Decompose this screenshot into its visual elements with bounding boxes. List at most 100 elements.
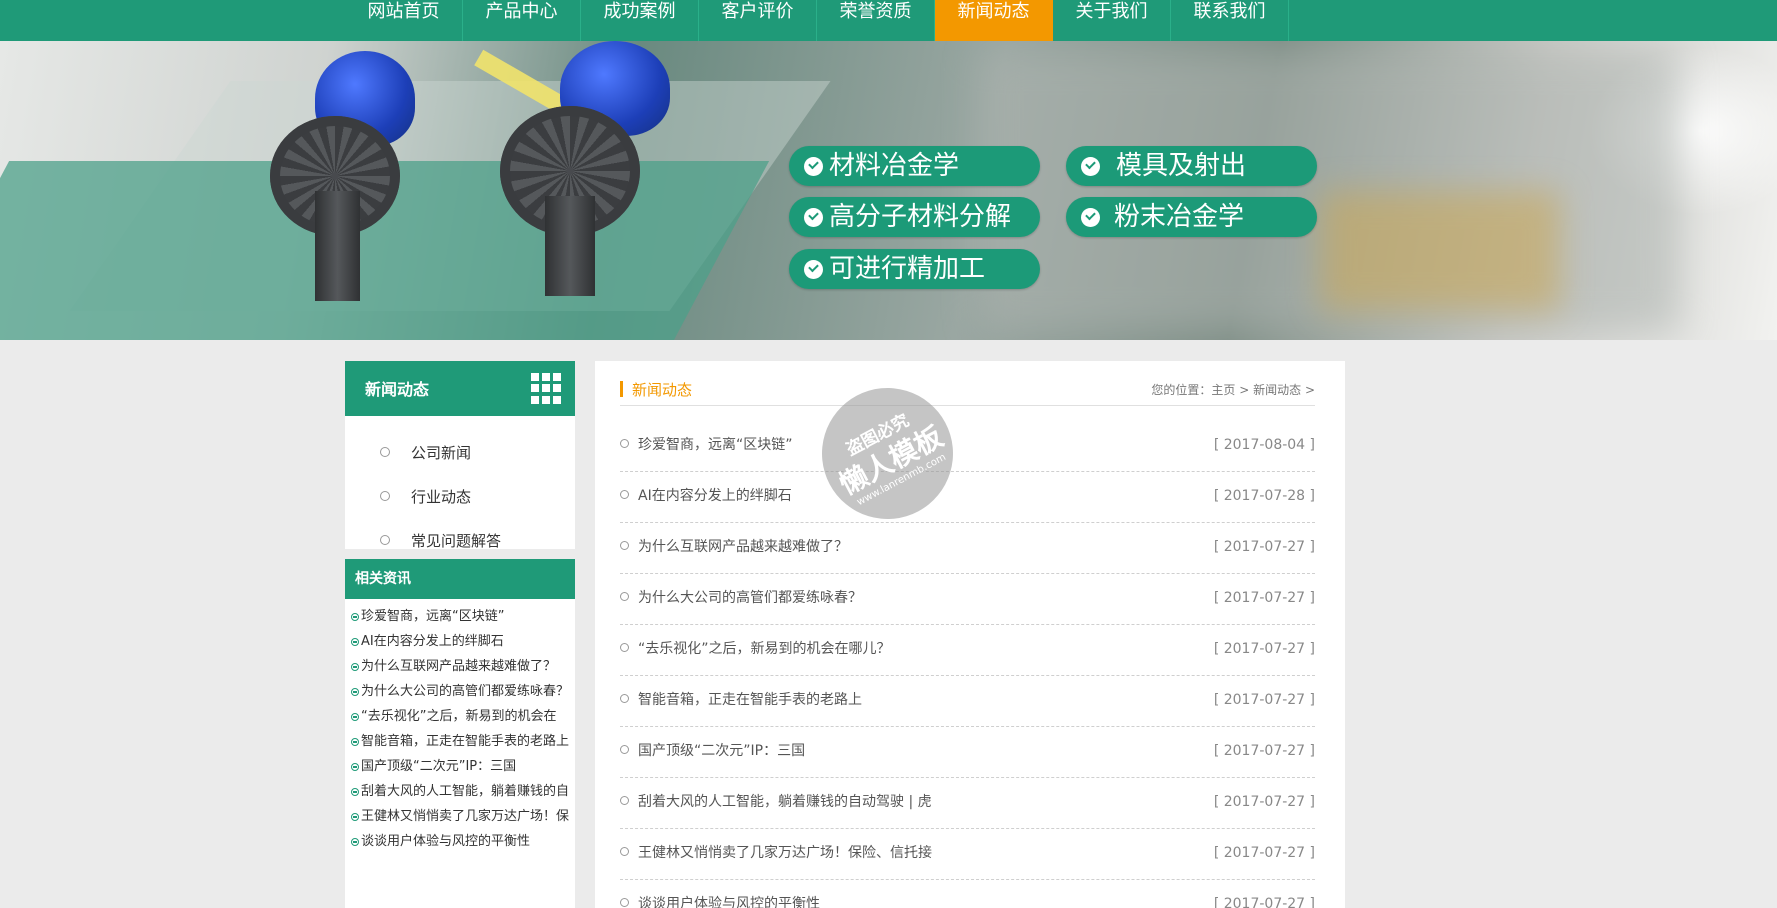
breadcrumb-current-link[interactable]: 新闻动态 <box>1253 383 1301 397</box>
nav-item-label: 联系我们 <box>1193 1 1266 22</box>
content-header: 新闻动态 您的位置：主页 > 新闻动态 > <box>620 361 1315 406</box>
circle-bullet-icon <box>620 847 629 856</box>
related-news-list: 珍爱智商，远离“区块链” AI在内容分发上的绊脚石 为什么互联网产品越来越难做了… <box>345 599 575 908</box>
banner-feature-tag: 粉末冶金学 <box>1066 197 1317 237</box>
nav-item-label: 网站首页 <box>367 1 440 22</box>
news-date: [ 2017-07-27 ] <box>1213 794 1315 810</box>
related-news-title: AI在内容分发上的绊脚石 <box>361 634 504 649</box>
banner-feature-tag: 高分子材料分解 <box>789 197 1040 237</box>
related-news-item[interactable]: 为什么互联网产品越来越难做了？ <box>345 657 575 682</box>
related-news-item[interactable]: AI在内容分发上的绊脚石 <box>345 632 575 657</box>
circle-bullet-icon <box>620 643 629 652</box>
news-list-item[interactable]: 为什么互联网产品越来越难做了？ [ 2017-07-27 ] <box>620 523 1315 574</box>
news-date: [ 2017-07-27 ] <box>1213 743 1315 759</box>
news-title: 智能音箱，正走在智能手表的老路上 <box>638 692 862 708</box>
news-list: 珍爱智商，远离“区块链” [ 2017-08-04 ] AI在内容分发上的绊脚石 [… <box>620 421 1315 908</box>
bullet-icon <box>351 838 359 846</box>
breadcrumb-separator: > <box>1235 383 1254 397</box>
news-list-item[interactable]: “去乐视化”之后，新易到的机会在哪儿？ [ 2017-07-27 ] <box>620 625 1315 676</box>
news-list-item[interactable]: AI在内容分发上的绊脚石 [ 2017-07-28 ] <box>620 472 1315 523</box>
news-title: 为什么互联网产品越来越难做了？ <box>638 539 848 555</box>
news-list-item[interactable]: 谈谈用户体验与风控的平衡性 [ 2017-07-27 ] <box>620 880 1315 908</box>
nav-item-news[interactable]: 新闻动态 <box>935 0 1053 41</box>
bullet-icon <box>351 663 359 671</box>
news-title: 珍爱智商，远离“区块链” <box>638 437 793 453</box>
banner-feature-label: 高分子材料分解 <box>829 202 1012 232</box>
sidebar-item-industry-news[interactable]: 行业动态 <box>345 487 575 531</box>
nav-item-label: 客户评价 <box>721 1 794 22</box>
page-title: 新闻动态 <box>632 381 693 399</box>
breadcrumb-separator: > <box>1301 383 1315 397</box>
nav-item-products[interactable]: 产品中心 <box>463 0 581 41</box>
circle-bullet-icon <box>380 535 390 545</box>
nav-item-about[interactable]: 关于我们 <box>1053 0 1171 41</box>
check-circle-icon <box>1081 157 1100 176</box>
news-date: [ 2017-07-27 ] <box>1213 539 1315 555</box>
news-date: [ 2017-07-28 ] <box>1213 488 1315 504</box>
news-title: 王健林又悄悄卖了几家万达广场！保险、信托接 <box>638 845 932 861</box>
news-title: 为什么大公司的高管们都爱练咏春？ <box>638 590 862 606</box>
related-news-item[interactable]: 刮着大风的人工智能，躺着赚钱的自 <box>345 782 575 807</box>
banner-feature-label: 材料冶金学 <box>829 151 960 181</box>
circle-bullet-icon <box>620 490 629 499</box>
bullet-icon <box>351 813 359 821</box>
nav-item-label: 关于我们 <box>1075 1 1148 22</box>
news-list-item[interactable]: 为什么大公司的高管们都爱练咏春？ [ 2017-07-27 ] <box>620 574 1315 625</box>
circle-bullet-icon <box>620 745 629 754</box>
related-news-item[interactable]: “去乐视化”之后，新易到的机会在 <box>345 707 575 732</box>
news-list-item[interactable]: 珍爱智商，远离“区块链” [ 2017-08-04 ] <box>620 421 1315 472</box>
related-news-title: 珍爱智商，远离“区块链” <box>361 609 505 624</box>
sidebar-title: 新闻动态 <box>365 380 430 399</box>
related-news-item[interactable]: 珍爱智商，远离“区块链” <box>345 607 575 632</box>
sidebar-item-label: 公司新闻 <box>411 444 472 462</box>
nav-item-contact[interactable]: 联系我们 <box>1171 0 1289 41</box>
circle-bullet-icon <box>380 447 390 457</box>
news-list-item[interactable]: 国产顶级“二次元”IP：三国 [ 2017-07-27 ] <box>620 727 1315 778</box>
sidebar-item-company-news[interactable]: 公司新闻 <box>345 443 575 487</box>
news-date: [ 2017-08-04 ] <box>1213 437 1315 453</box>
news-list-item[interactable]: 智能音箱，正走在智能手表的老路上 [ 2017-07-27 ] <box>620 676 1315 727</box>
header-accent-bar <box>620 381 623 397</box>
news-title: 国产顶级“二次元”IP：三国 <box>638 743 806 759</box>
breadcrumb-home-link[interactable]: 主页 <box>1211 383 1235 397</box>
news-list-item[interactable]: 刮着大风的人工智能，躺着赚钱的自动驾驶 | 虎 [ 2017-07-27 ] <box>620 778 1315 829</box>
circle-bullet-icon <box>620 541 629 550</box>
related-news-item[interactable]: 谈谈用户体验与风控的平衡性 <box>345 832 575 857</box>
breadcrumb: 您的位置：主页 > 新闻动态 > <box>1151 381 1315 398</box>
news-date: [ 2017-07-27 ] <box>1213 590 1315 606</box>
news-content-panel: 新闻动态 您的位置：主页 > 新闻动态 > 珍爱智商，远离“区块链” [ 2017… <box>595 361 1345 908</box>
news-date: [ 2017-07-27 ] <box>1213 845 1315 861</box>
hero-banner: 材料冶金学 模具及射出 高分子材料分解 粉末冶金学 可进行精加工 <box>0 41 1777 340</box>
nav-item-label: 成功案例 <box>603 1 676 22</box>
related-news-title: 谈谈用户体验与风控的平衡性 <box>361 834 531 849</box>
circle-bullet-icon <box>620 796 629 805</box>
check-circle-icon <box>804 157 823 176</box>
bullet-icon <box>351 738 359 746</box>
news-list-item[interactable]: 王健林又悄悄卖了几家万达广场！保险、信托接 [ 2017-07-27 ] <box>620 829 1315 880</box>
news-title: 刮着大风的人工智能，躺着赚钱的自动驾驶 | 虎 <box>638 794 932 810</box>
banner-feature-label: 粉末冶金学 <box>1114 202 1245 232</box>
nav-item-honors[interactable]: 荣誉资质 <box>817 0 935 41</box>
circle-bullet-icon <box>620 898 629 907</box>
sidebar: 新闻动态 公司新闻 行业动态 常见问题解答 相关资讯 珍爱智商，远离“区块链” … <box>345 361 575 908</box>
nav-item-reviews[interactable]: 客户评价 <box>699 0 817 41</box>
sidebar-item-faq[interactable]: 常见问题解答 <box>345 531 575 575</box>
bullet-icon <box>351 688 359 696</box>
sidebar-header: 新闻动态 <box>345 361 575 416</box>
nav-item-home[interactable]: 网站首页 <box>345 0 463 41</box>
nav-item-label: 产品中心 <box>485 1 558 22</box>
related-news-item[interactable]: 国产顶级“二次元”IP：三国 <box>345 757 575 782</box>
related-news-item[interactable]: 为什么大公司的高管们都爱练咏春？ <box>345 682 575 707</box>
related-news-title: 刮着大风的人工智能，躺着赚钱的自 <box>361 784 570 799</box>
sidebar-category-list: 公司新闻 行业动态 常见问题解答 <box>345 416 575 550</box>
banner-feature-label: 模具及射出 <box>1116 151 1247 181</box>
nav-item-cases[interactable]: 成功案例 <box>581 0 699 41</box>
related-news-title: 智能音箱，正走在智能手表的老路上 <box>361 734 570 749</box>
related-news-item[interactable]: 王健林又悄悄卖了几家万达广场！保 <box>345 807 575 832</box>
sidebar-item-label: 行业动态 <box>411 488 472 506</box>
check-circle-icon <box>1081 208 1100 227</box>
related-news-title: 为什么大公司的高管们都爱练咏春？ <box>361 684 570 699</box>
related-news-item[interactable]: 智能音箱，正走在智能手表的老路上 <box>345 732 575 757</box>
banner-feature-tag: 可进行精加工 <box>789 249 1040 289</box>
circle-bullet-icon <box>620 439 629 448</box>
